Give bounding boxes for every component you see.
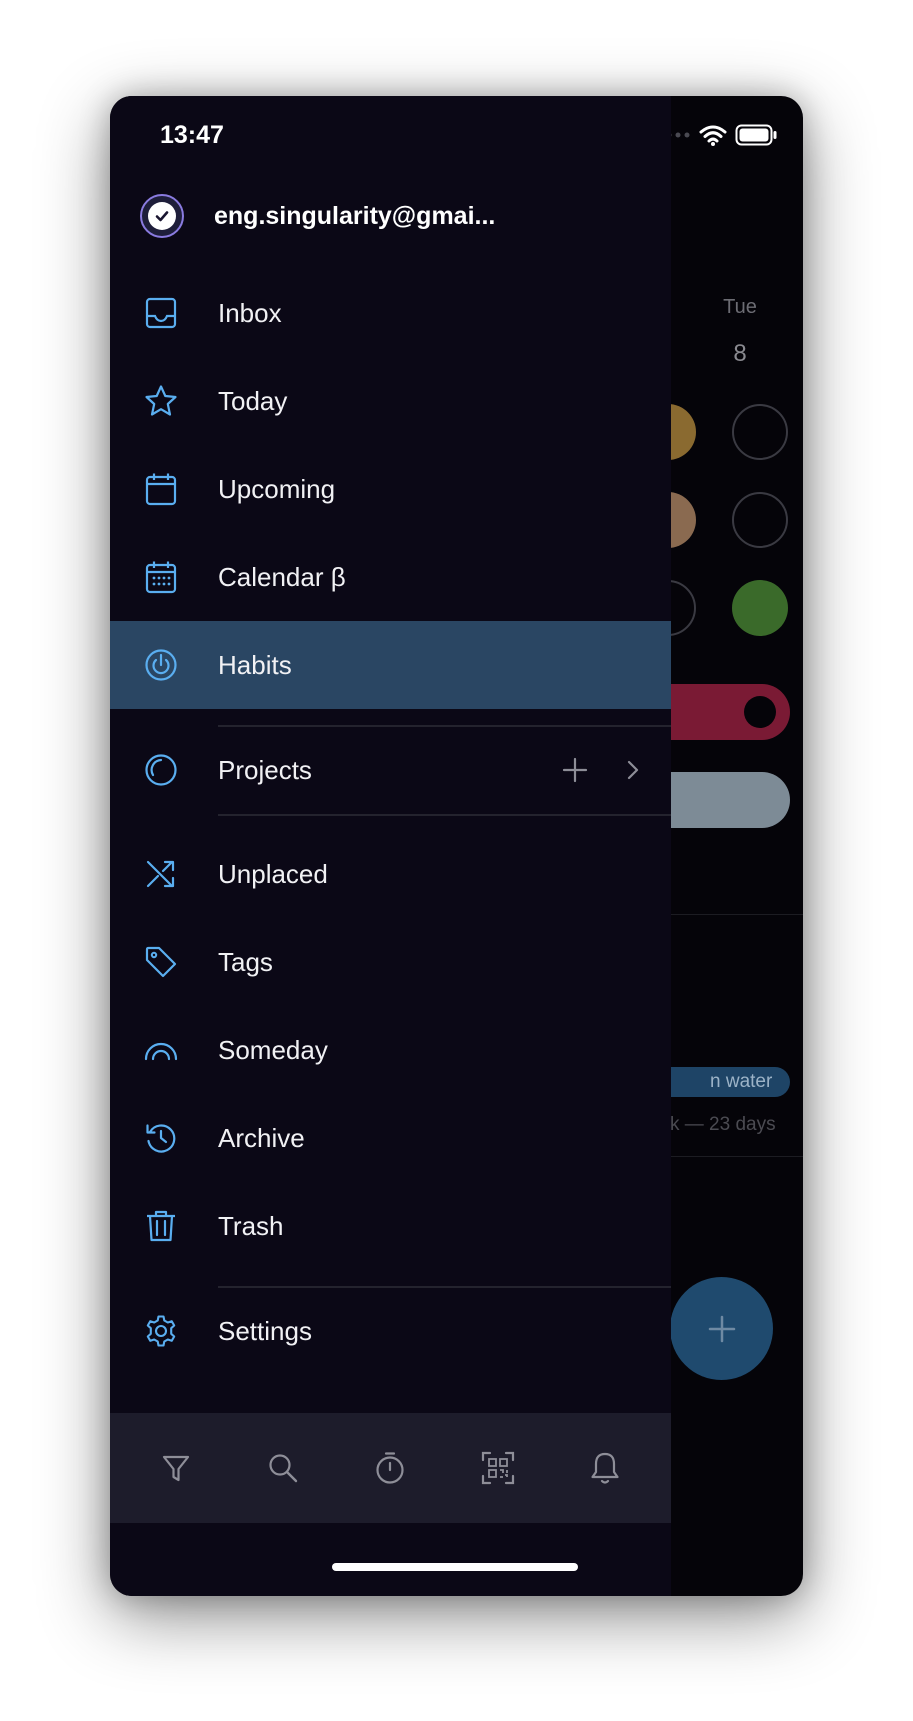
- habit-circle[interactable]: [744, 696, 776, 728]
- projects-actions: [561, 756, 641, 784]
- menu-item-trash[interactable]: Trash: [110, 1182, 671, 1270]
- calendar-icon: [145, 473, 177, 506]
- avatar: [140, 194, 184, 238]
- projects-icon: [145, 754, 177, 786]
- timer-button[interactable]: [370, 1448, 410, 1488]
- search-button[interactable]: [263, 1448, 303, 1488]
- gear-icon: [146, 1315, 176, 1347]
- status-time: 13:47: [160, 121, 224, 149]
- menu-label: Projects: [218, 754, 312, 785]
- menu-label: Today: [218, 385, 288, 416]
- menu-label: Upcoming: [218, 473, 336, 504]
- trash-icon: [147, 1210, 175, 1242]
- calendar-grid-icon: [145, 561, 177, 594]
- scan-button[interactable]: [478, 1448, 518, 1488]
- menu-label: Unplaced: [218, 858, 328, 889]
- menu-label: Calendar β: [218, 561, 346, 592]
- streak-text: k — 23 days: [670, 1114, 776, 1135]
- menu-item-tags[interactable]: Tags: [110, 918, 671, 1006]
- account-email: eng.singularity@gmai...: [214, 201, 496, 230]
- menu-label: Someday: [218, 1034, 328, 1065]
- menu-label: Inbox: [218, 297, 282, 328]
- plus-icon[interactable]: [561, 756, 589, 784]
- tag-icon: [145, 946, 177, 978]
- bell-icon: [591, 1452, 619, 1484]
- account-row[interactable]: eng.singularity@gmai...: [140, 194, 534, 238]
- bottom-toolbar: [110, 1413, 671, 1523]
- menu-item-inbox[interactable]: Inbox: [110, 269, 671, 357]
- menu-item-today[interactable]: Today: [110, 357, 671, 445]
- star-icon: [145, 385, 177, 416]
- phone-screen: Tue 8 n water k — 23 days 13:47 eng.sing…: [110, 96, 803, 1596]
- day-number: 8: [733, 340, 747, 367]
- menu-item-calendar[interactable]: Calendar β: [110, 533, 671, 621]
- home-indicator[interactable]: [332, 1563, 578, 1571]
- navigation-drawer: 13:47 eng.singularity@gmai... Inbox Toda…: [110, 96, 671, 1596]
- qr-code-icon: [481, 1451, 514, 1485]
- menu-label: Settings: [218, 1315, 312, 1346]
- habit-circle[interactable]: [732, 580, 788, 636]
- filter-button[interactable]: [156, 1448, 196, 1488]
- checkmark-icon: [155, 211, 169, 222]
- menu-label: Trash: [218, 1210, 284, 1241]
- menu-item-projects[interactable]: Projects: [110, 726, 671, 814]
- menu-label: Archive: [218, 1122, 305, 1153]
- menu-item-settings[interactable]: Settings: [110, 1287, 671, 1375]
- menu-item-upcoming[interactable]: Upcoming: [110, 445, 671, 533]
- history-icon: [146, 1124, 176, 1153]
- add-button[interactable]: [670, 1277, 773, 1380]
- plus-icon: [708, 1315, 735, 1342]
- wifi-icon: [699, 125, 727, 146]
- menu-item-someday[interactable]: Someday: [110, 1006, 671, 1094]
- inbox-icon: [145, 297, 177, 329]
- divider: [670, 1156, 803, 1157]
- status-indicators: [657, 124, 777, 146]
- divider: [218, 814, 671, 816]
- menu-item-archive[interactable]: Archive: [110, 1094, 671, 1182]
- divider: [670, 914, 803, 915]
- tag-chip[interactable]: n water: [650, 1067, 791, 1097]
- menu-item-unplaced[interactable]: Unplaced: [110, 830, 671, 918]
- filter-icon: [162, 1455, 189, 1482]
- habit-circle[interactable]: [732, 404, 788, 460]
- someday-icon: [144, 1042, 178, 1061]
- menu-label: Habits: [218, 649, 292, 680]
- notifications-button[interactable]: [585, 1448, 625, 1488]
- chevron-right-icon[interactable]: [625, 758, 641, 782]
- habits-icon: [145, 649, 177, 681]
- menu-item-habits[interactable]: Habits: [110, 621, 671, 709]
- battery-icon: [735, 124, 777, 146]
- shuffle-icon: [146, 860, 175, 888]
- search-icon: [269, 1454, 298, 1483]
- habit-circle[interactable]: [732, 492, 788, 548]
- stopwatch-icon: [376, 1452, 405, 1484]
- day-name: Tue: [723, 296, 757, 318]
- menu-label: Tags: [218, 946, 273, 977]
